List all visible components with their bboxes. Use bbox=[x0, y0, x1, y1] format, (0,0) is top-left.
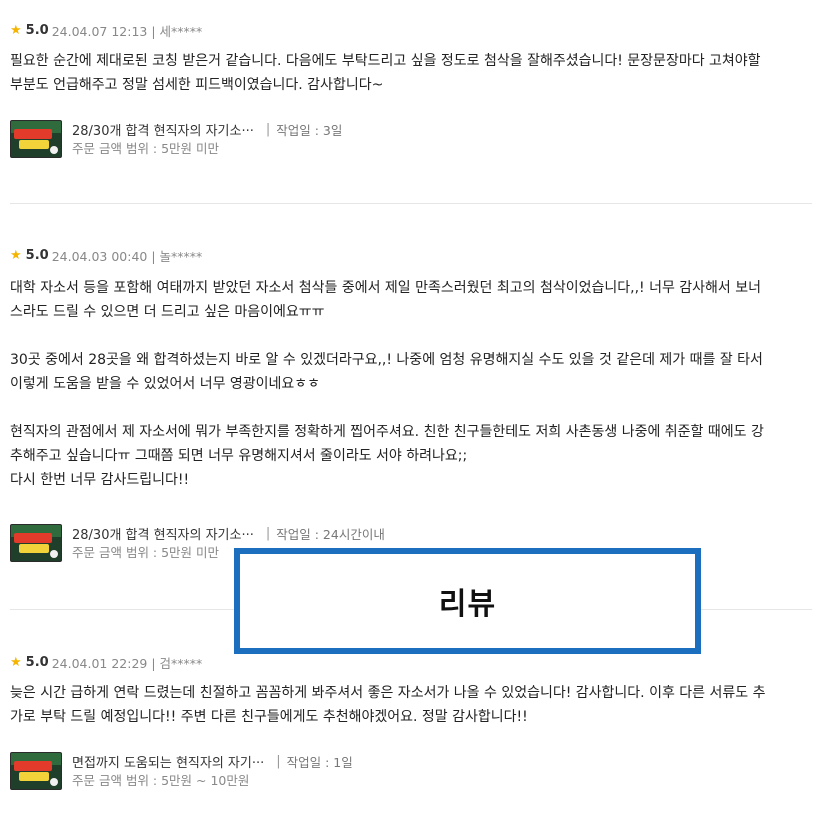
review-item: ★ 5.0 24.04.03 00:40 | 놀***** 대학 자소서 등을 … bbox=[10, 244, 810, 562]
work-days: 작업일 : 1일 bbox=[286, 754, 353, 770]
product-thumbnail[interactable] bbox=[10, 752, 62, 790]
review-item: ★ 5.0 24.04.07 12:13 | 세***** 필요한 순간에 제대… bbox=[10, 19, 810, 158]
star-icon: ★ bbox=[10, 247, 22, 263]
review-meta: ★ 5.0 24.04.03 00:40 | 놀***** bbox=[10, 244, 810, 266]
review-product[interactable]: 면접까지 도움되는 현직자의 자기··· | 작업일 : 1일 주문 금액 범위… bbox=[10, 752, 353, 792]
divider-line bbox=[10, 203, 812, 204]
review-date-author: 24.04.07 12:13 | 세***** bbox=[51, 23, 203, 39]
product-title[interactable]: 28/30개 합격 현직자의 자기소··· bbox=[72, 524, 254, 543]
work-days: 작업일 : 3일 bbox=[276, 122, 343, 138]
product-thumbnail[interactable] bbox=[10, 120, 62, 158]
review-text: 대학 자소서 등을 포함해 여태까지 받았던 자소서 첨삭들 중에서 제일 만족… bbox=[10, 280, 764, 488]
callout-label: 리뷰 bbox=[438, 587, 497, 622]
product-title[interactable]: 면접까지 도움되는 현직자의 자기··· bbox=[72, 752, 264, 771]
review-meta: ★ 5.0 24.04.01 22:29 | 검***** bbox=[10, 651, 810, 673]
review-score: 5.0 bbox=[25, 22, 49, 38]
review-score: 5.0 bbox=[25, 247, 49, 263]
review-callout-box: 리뷰 bbox=[234, 548, 701, 654]
divider: | bbox=[265, 121, 271, 137]
divider: | bbox=[276, 753, 281, 769]
star-icon: ★ bbox=[10, 654, 22, 670]
product-thumbnail[interactable] bbox=[10, 524, 62, 562]
product-title[interactable]: 28/30개 합격 현직자의 자기소··· bbox=[72, 120, 254, 139]
review-product[interactable]: 28/30개 합격 현직자의 자기소··· | 작업일 : 3일 주문 금액 범… bbox=[10, 120, 342, 160]
review-item: ★ 5.0 24.04.01 22:29 | 검***** 늦은 시간 급하게 … bbox=[10, 651, 810, 790]
review-text: 필요한 순간에 제대로된 코칭 받은거 같습니다. 다음에도 부탁드리고 싶을 … bbox=[10, 53, 761, 93]
review-score: 5.0 bbox=[25, 654, 49, 670]
star-icon: ★ bbox=[10, 22, 22, 38]
review-date-author: 24.04.03 00:40 | 놀***** bbox=[51, 248, 203, 264]
review-date-author: 24.04.01 22:29 | 검***** bbox=[51, 655, 203, 671]
price-range: 주문 금액 범위 : 5만원 ~ 10만원 bbox=[72, 773, 250, 788]
review-meta: ★ 5.0 24.04.07 12:13 | 세***** bbox=[10, 19, 810, 41]
divider: | bbox=[265, 525, 271, 541]
price-range: 주문 금액 범위 : 5만원 미만 bbox=[72, 141, 220, 156]
review-text: 늦은 시간 급하게 연락 드렸는데 친절하고 꼼꼼하게 봐주셔서 좋은 자소서가… bbox=[10, 685, 766, 725]
work-days: 작업일 : 24시간이내 bbox=[276, 526, 385, 542]
